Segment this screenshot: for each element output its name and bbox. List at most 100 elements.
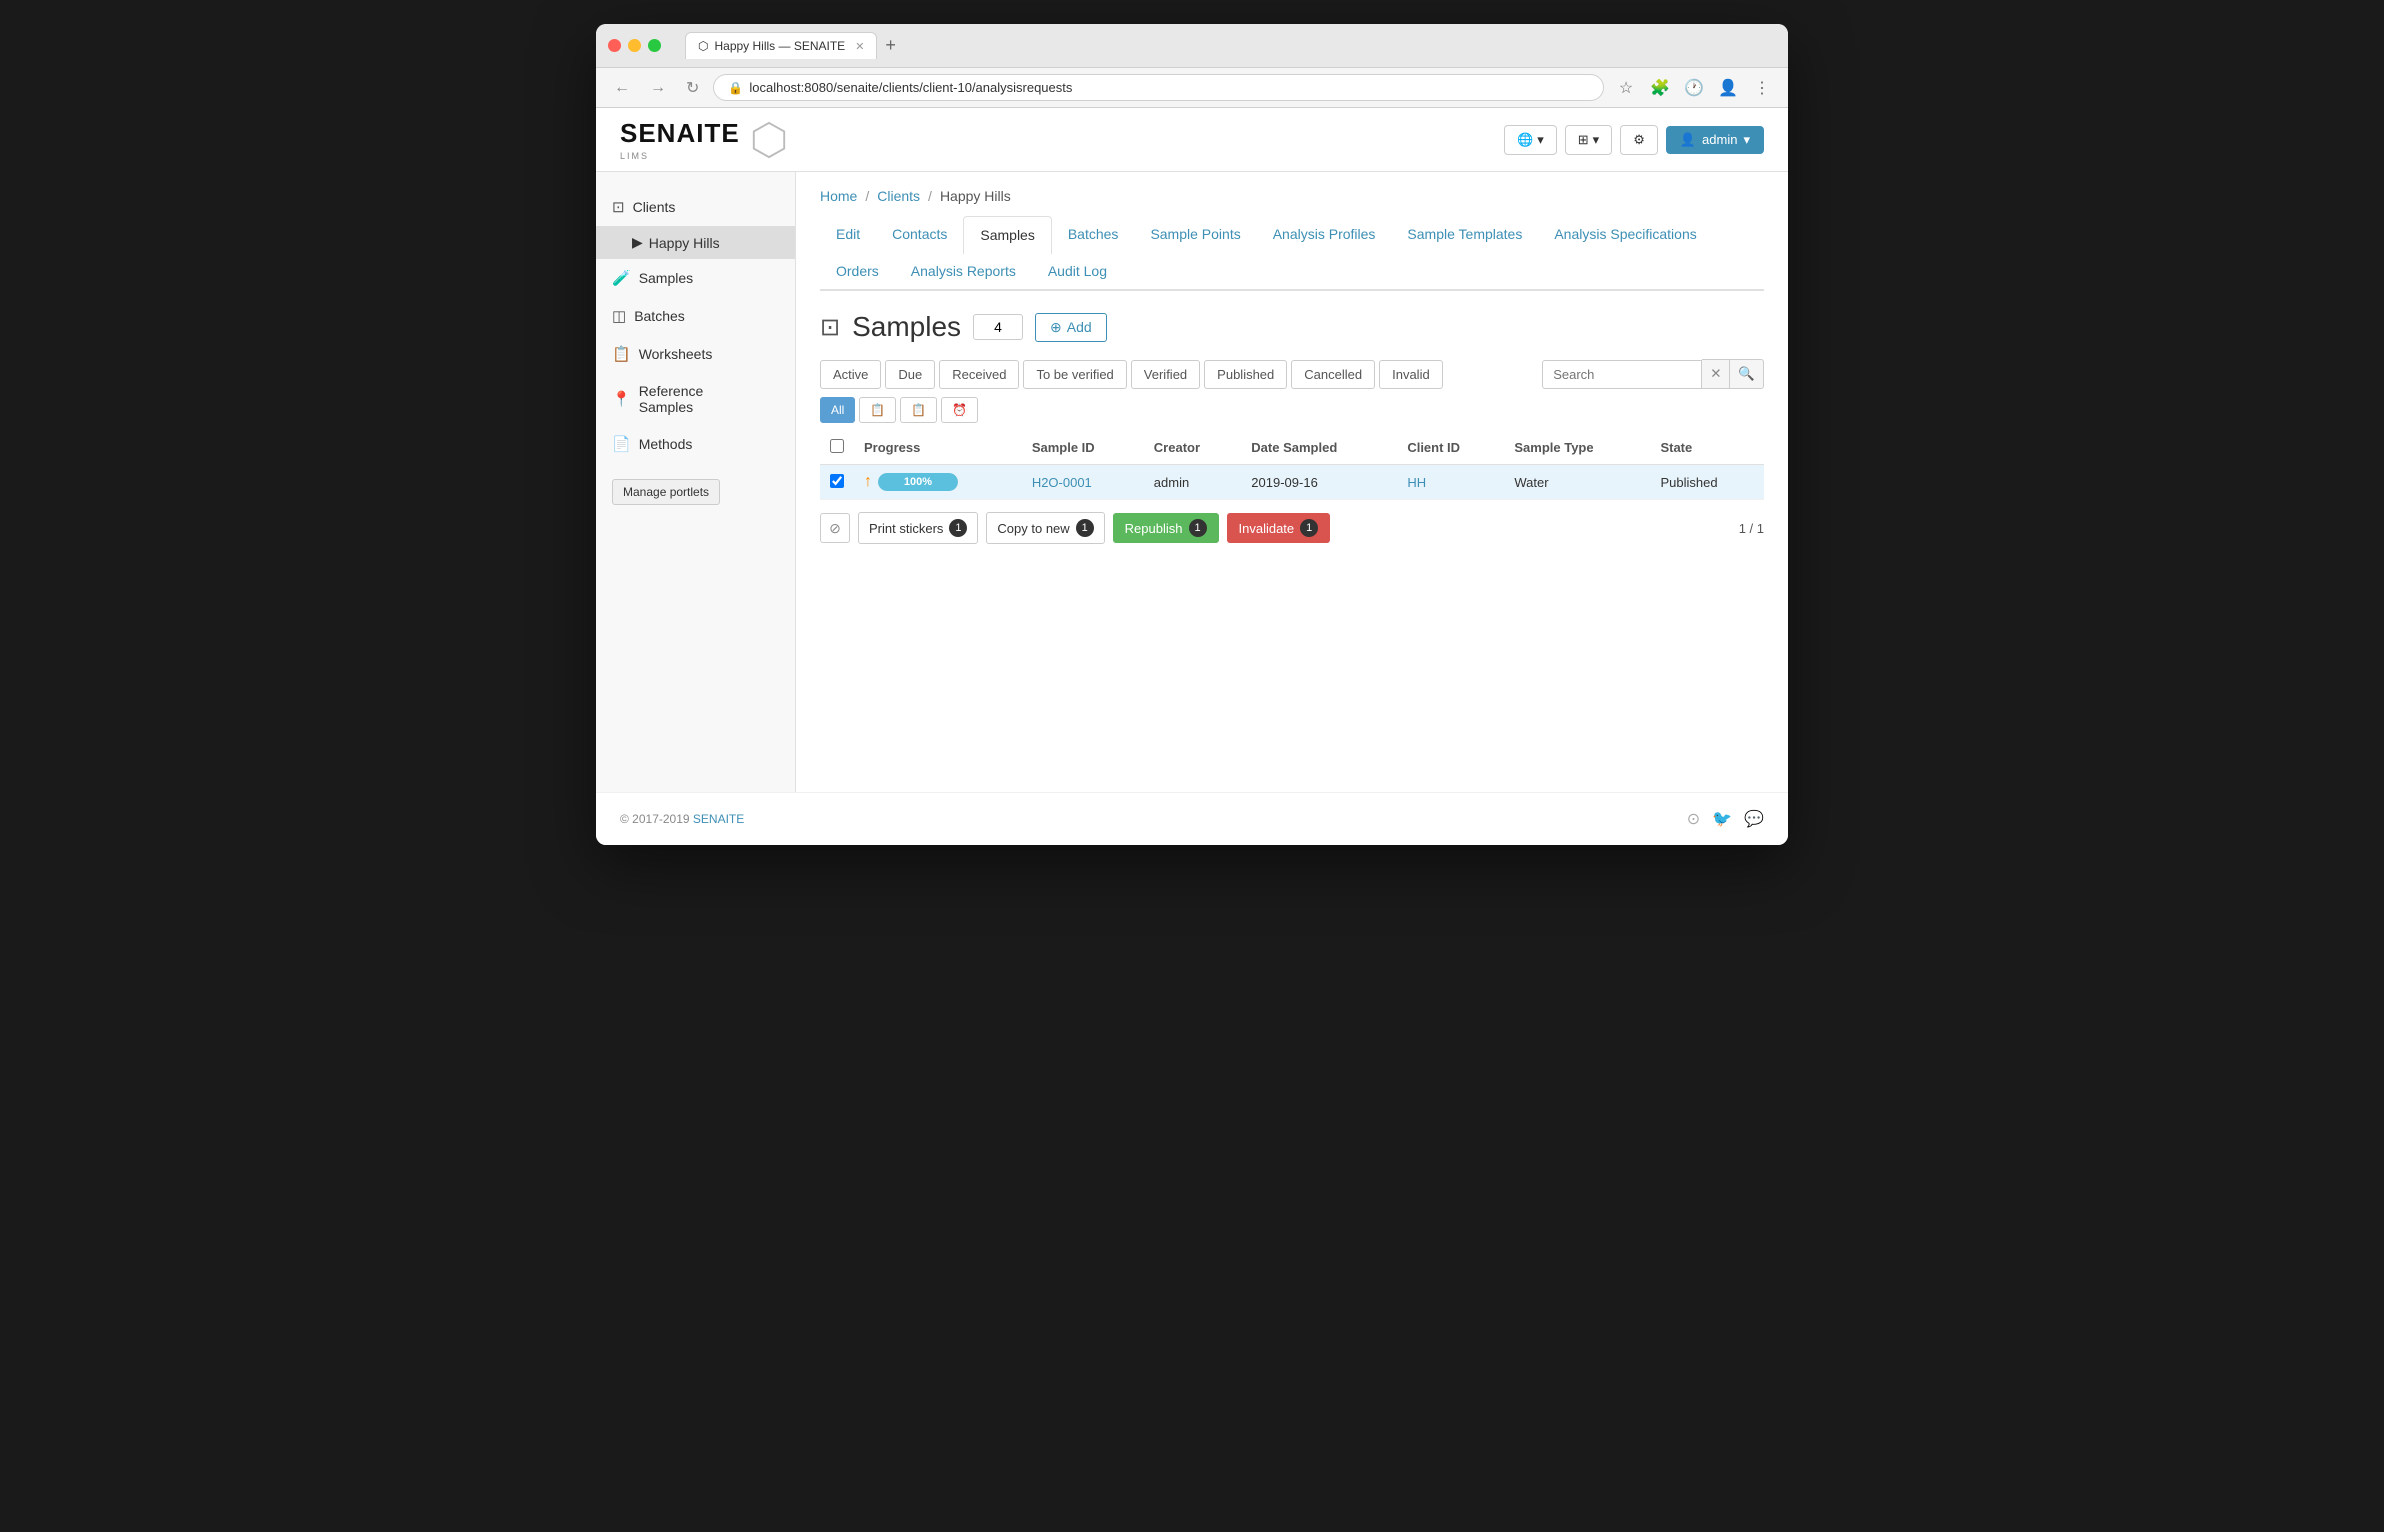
tab-edit[interactable]: Edit bbox=[820, 216, 876, 253]
tab-audit-log[interactable]: Audit Log bbox=[1032, 253, 1123, 289]
deselect-btn[interactable]: ⊘ bbox=[820, 513, 850, 543]
new-tab-btn[interactable]: + bbox=[885, 35, 896, 56]
tabs-row: Edit Contacts Samples Batches Sample Poi… bbox=[820, 216, 1764, 291]
footer-icons: ⊙ 🐦 💬 bbox=[1687, 809, 1764, 829]
sidebar-worksheets-label: Worksheets bbox=[639, 346, 713, 362]
twitter-icon[interactable]: 🐦 bbox=[1712, 809, 1732, 829]
breadcrumb-home[interactable]: Home bbox=[820, 188, 857, 204]
gear-icon: ⚙ bbox=[1633, 132, 1645, 148]
filter-published[interactable]: Published bbox=[1204, 360, 1287, 389]
sidebar-happy-hills-label: Happy Hills bbox=[649, 235, 720, 251]
paste-btn[interactable]: 📋 bbox=[900, 397, 937, 423]
breadcrumb-sep-1: / bbox=[865, 188, 869, 204]
logo-area: SENAITE LIMS bbox=[620, 118, 788, 161]
sidebar-methods-label: Methods bbox=[639, 436, 693, 452]
url-bar[interactable]: 🔒 localhost:8080/senaite/clients/client-… bbox=[713, 74, 1604, 101]
sidebar-item-clients[interactable]: ⊡ Clients bbox=[596, 188, 795, 226]
row-checkbox[interactable] bbox=[830, 474, 844, 488]
print-stickers-btn[interactable]: Print stickers 1 bbox=[858, 512, 978, 544]
grid-btn[interactable]: ⊞ ▾ bbox=[1565, 125, 1612, 155]
copy-to-new-badge: 1 bbox=[1076, 519, 1094, 537]
sidebar-item-reference-samples[interactable]: 📍 ReferenceSamples bbox=[596, 373, 795, 425]
sidebar-item-batches[interactable]: ◫ Batches bbox=[596, 297, 795, 335]
sidebar: ⊡ Clients ▶ Happy Hills 🧪 Samples ◫ Batc… bbox=[596, 172, 796, 792]
tab-contacts[interactable]: Contacts bbox=[876, 216, 963, 253]
grid-icon: ⊞ bbox=[1578, 132, 1589, 148]
add-label: Add bbox=[1067, 319, 1092, 335]
sidebar-item-worksheets[interactable]: 📋 Worksheets bbox=[596, 335, 795, 373]
close-window-btn[interactable] bbox=[608, 39, 621, 52]
filter-active[interactable]: Active bbox=[820, 360, 881, 389]
all-filter-btn[interactable]: All bbox=[820, 397, 855, 423]
sidebar-item-samples[interactable]: 🧪 Samples bbox=[596, 259, 795, 297]
print-stickers-label: Print stickers bbox=[869, 521, 943, 536]
tab-close-btn[interactable]: ✕ bbox=[855, 40, 864, 53]
schedule-btn[interactable]: ⏰ bbox=[941, 397, 978, 423]
client-id-link[interactable]: HH bbox=[1407, 475, 1426, 490]
breadcrumb: Home / Clients / Happy Hills bbox=[820, 172, 1764, 216]
col-client-id: Client ID bbox=[1397, 431, 1504, 465]
filter-to-be-verified[interactable]: To be verified bbox=[1023, 360, 1126, 389]
sidebar-item-clients-label: Clients bbox=[633, 199, 676, 215]
add-btn[interactable]: ⊕ Add bbox=[1035, 313, 1107, 342]
invalidate-btn[interactable]: Invalidate 1 bbox=[1227, 513, 1331, 543]
github-icon[interactable]: ⊙ bbox=[1687, 809, 1700, 829]
breadcrumb-clients[interactable]: Clients bbox=[877, 188, 920, 204]
tab-analysis-profiles[interactable]: Analysis Profiles bbox=[1257, 216, 1392, 253]
tab-samples[interactable]: Samples bbox=[963, 216, 1051, 255]
globe-btn[interactable]: 🌐 ▾ bbox=[1504, 125, 1557, 155]
tab-analysis-reports[interactable]: Analysis Reports bbox=[895, 253, 1032, 289]
action-row: All 📋 📋 ⏰ bbox=[820, 397, 1764, 423]
paste-icon: 📋 bbox=[911, 403, 926, 417]
clients-icon: ⊡ bbox=[612, 198, 625, 216]
menu-btn[interactable]: ⋮ bbox=[1748, 74, 1776, 102]
search-clear-btn[interactable]: ✕ bbox=[1702, 359, 1730, 389]
forward-btn[interactable]: → bbox=[644, 75, 672, 101]
filter-invalid[interactable]: Invalid bbox=[1379, 360, 1443, 389]
ssl-icon: 🔒 bbox=[728, 81, 743, 95]
sample-id-link[interactable]: H2O-0001 bbox=[1032, 475, 1092, 490]
extension-btn[interactable]: 🧩 bbox=[1646, 74, 1674, 102]
filter-due[interactable]: Due bbox=[885, 360, 935, 389]
address-bar: ← → ↻ 🔒 localhost:8080/senaite/clients/c… bbox=[596, 68, 1788, 108]
maximize-window-btn[interactable] bbox=[648, 39, 661, 52]
logo-sub: LIMS bbox=[620, 151, 740, 161]
filter-cancelled[interactable]: Cancelled bbox=[1291, 360, 1375, 389]
browser-tab[interactable]: ⬡ Happy Hills — SENAITE ✕ bbox=[685, 32, 877, 59]
footer: © 2017-2019 SENAITE ⊙ 🐦 💬 bbox=[596, 792, 1788, 845]
tab-sample-templates[interactable]: Sample Templates bbox=[1391, 216, 1538, 253]
filter-received[interactable]: Received bbox=[939, 360, 1019, 389]
tab-orders[interactable]: Orders bbox=[820, 253, 895, 289]
republish-label: Republish bbox=[1125, 521, 1183, 536]
search-input[interactable] bbox=[1542, 360, 1702, 389]
tab-batches[interactable]: Batches bbox=[1052, 216, 1135, 253]
profile-btn[interactable]: 👤 bbox=[1714, 74, 1742, 102]
back-btn[interactable]: ← bbox=[608, 75, 636, 101]
reload-btn[interactable]: ↻ bbox=[680, 74, 705, 102]
breadcrumb-sep-2: / bbox=[928, 188, 932, 204]
chat-icon[interactable]: 💬 bbox=[1744, 809, 1764, 829]
tab-sample-points[interactable]: Sample Points bbox=[1134, 216, 1256, 253]
minimize-window-btn[interactable] bbox=[628, 39, 641, 52]
user-dropdown-icon: ▾ bbox=[1743, 132, 1750, 148]
copy-to-new-btn[interactable]: Copy to new 1 bbox=[986, 512, 1104, 544]
breadcrumb-current: Happy Hills bbox=[940, 188, 1011, 204]
republish-btn[interactable]: Republish 1 bbox=[1113, 513, 1219, 543]
settings-btn[interactable]: ⚙ bbox=[1620, 125, 1658, 155]
search-go-btn[interactable]: 🔍 bbox=[1730, 359, 1764, 389]
copy-btn[interactable]: 📋 bbox=[859, 397, 896, 423]
history-btn[interactable]: 🕐 bbox=[1680, 74, 1708, 102]
footer-brand-link[interactable]: SENAITE bbox=[693, 812, 744, 826]
tab-favicon: ⬡ bbox=[698, 39, 708, 53]
filter-row: Active Due Received To be verified Verif… bbox=[820, 359, 1764, 389]
sidebar-item-happy-hills[interactable]: ▶ Happy Hills bbox=[596, 226, 795, 259]
progress-bar: 100% bbox=[878, 473, 958, 491]
user-menu-btn[interactable]: 👤 admin ▾ bbox=[1666, 126, 1764, 154]
select-all-checkbox[interactable] bbox=[830, 439, 844, 453]
manage-portlets-btn[interactable]: Manage portlets bbox=[612, 479, 720, 505]
sidebar-item-methods[interactable]: 📄 Methods bbox=[596, 425, 795, 463]
filter-verified[interactable]: Verified bbox=[1131, 360, 1200, 389]
bookmark-btn[interactable]: ☆ bbox=[1612, 74, 1640, 102]
tab-analysis-specifications[interactable]: Analysis Specifications bbox=[1538, 216, 1712, 253]
count-input[interactable] bbox=[973, 314, 1023, 340]
